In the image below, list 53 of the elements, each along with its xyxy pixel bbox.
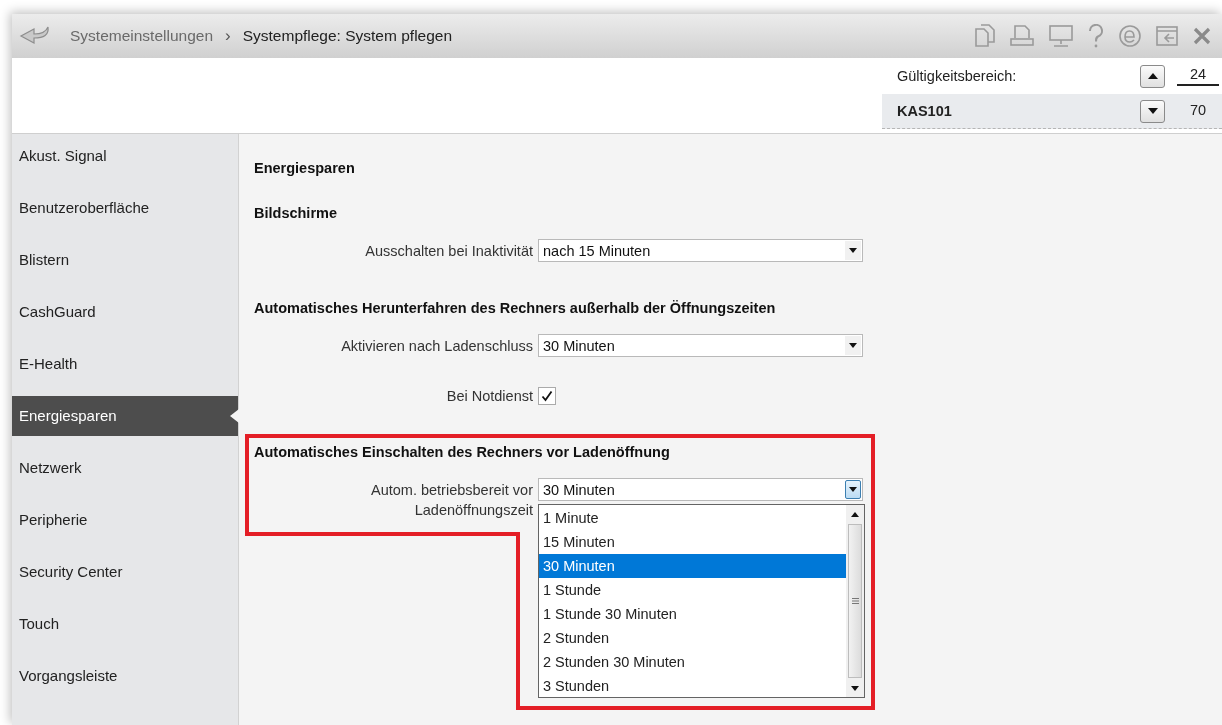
field-label: Ausschalten bei Inaktivität	[364, 242, 534, 261]
section-heading: Bildschirme	[254, 205, 338, 221]
copy-icon[interactable]	[974, 24, 996, 48]
scope-value: KAS101	[897, 103, 953, 119]
section-heading: Automatisches Herunterfahren des Rechners außerhalb der Öffnungszeiten	[254, 300, 777, 316]
dropdown-option[interactable]: 2 Stunden	[539, 626, 846, 650]
sidebar-item[interactable]: Benutzeroberfläche	[12, 188, 238, 228]
breadcrumb-separator: ›	[225, 26, 231, 46]
sidebar-item[interactable]: CashGuard	[12, 292, 238, 332]
down-arrow-icon[interactable]	[851, 685, 859, 691]
e-circle-icon[interactable]	[1118, 24, 1142, 48]
page-title: Energiesparen	[254, 160, 356, 176]
sidebar-item[interactable]: Akust. Signal	[12, 136, 238, 176]
section-heading: Automatisches Einschalten des Rechners vor Ladenöffnung	[254, 444, 671, 460]
dropdown[interactable]: 30 Minuten	[538, 478, 863, 501]
sidebar-item[interactable]: Netzwerk	[12, 448, 238, 488]
down-triangle-icon	[1147, 108, 1158, 114]
field-label: Bei Notdienst	[445, 387, 534, 406]
dropdown-option[interactable]: 1 Minute	[539, 506, 846, 530]
up-button[interactable]	[1140, 64, 1165, 88]
sidebar-item[interactable]: Touch	[12, 604, 238, 644]
sidebar-item[interactable]: Blistern	[12, 240, 238, 280]
scrollbar[interactable]	[846, 505, 864, 697]
print-icon[interactable]	[1009, 25, 1035, 47]
dropdown-option[interactable]: 30 Minuten	[539, 554, 846, 578]
sidebar-item[interactable]: Security Center	[12, 552, 238, 592]
page-number: 24	[1177, 66, 1219, 86]
dropdown[interactable]: 30 Minuten	[538, 334, 863, 357]
field-label: Autom. betriebsbereit vor Ladenöffnungszeit	[370, 481, 534, 520]
sidebar-item[interactable]: Peripherie	[12, 500, 238, 540]
dropdown-option[interactable]: 3 Stunden	[539, 674, 846, 698]
monitor-icon[interactable]	[1048, 24, 1074, 48]
back-arrow-icon[interactable]	[18, 26, 52, 46]
sidebar-item[interactable]: E-Health	[12, 344, 238, 384]
dropdown-option[interactable]: 2 Stunden 30 Minuten	[539, 650, 846, 674]
sidebar-item[interactable]: Energiesparen	[12, 396, 238, 436]
scope-label: Gültigkeitsbereich:	[897, 68, 1018, 84]
field-label: Aktivieren nach Ladenschluss	[340, 337, 534, 356]
down-button[interactable]	[1140, 99, 1165, 123]
dropdown-option[interactable]: 15 Minuten	[539, 530, 846, 554]
page-total: 70	[1188, 102, 1208, 120]
sidebar-item[interactable]: Vorgangsleiste	[12, 656, 238, 696]
dropdown-option[interactable]: 1 Stunde 30 Minuten	[539, 602, 846, 626]
close-icon[interactable]	[1192, 26, 1212, 46]
breadcrumb-item[interactable]: Systemeinstellungen	[70, 27, 214, 45]
up-arrow-icon[interactable]	[851, 511, 859, 517]
grip-icon	[851, 598, 859, 604]
dropdown-option[interactable]: 1 Stunde	[539, 578, 846, 602]
checkbox[interactable]	[538, 387, 556, 405]
help-icon[interactable]	[1087, 24, 1105, 48]
up-triangle-icon	[1147, 73, 1158, 79]
dropdown[interactable]: nach 15 Minuten	[538, 239, 863, 262]
breadcrumb-item: Systempflege: System pflegen	[242, 27, 453, 45]
